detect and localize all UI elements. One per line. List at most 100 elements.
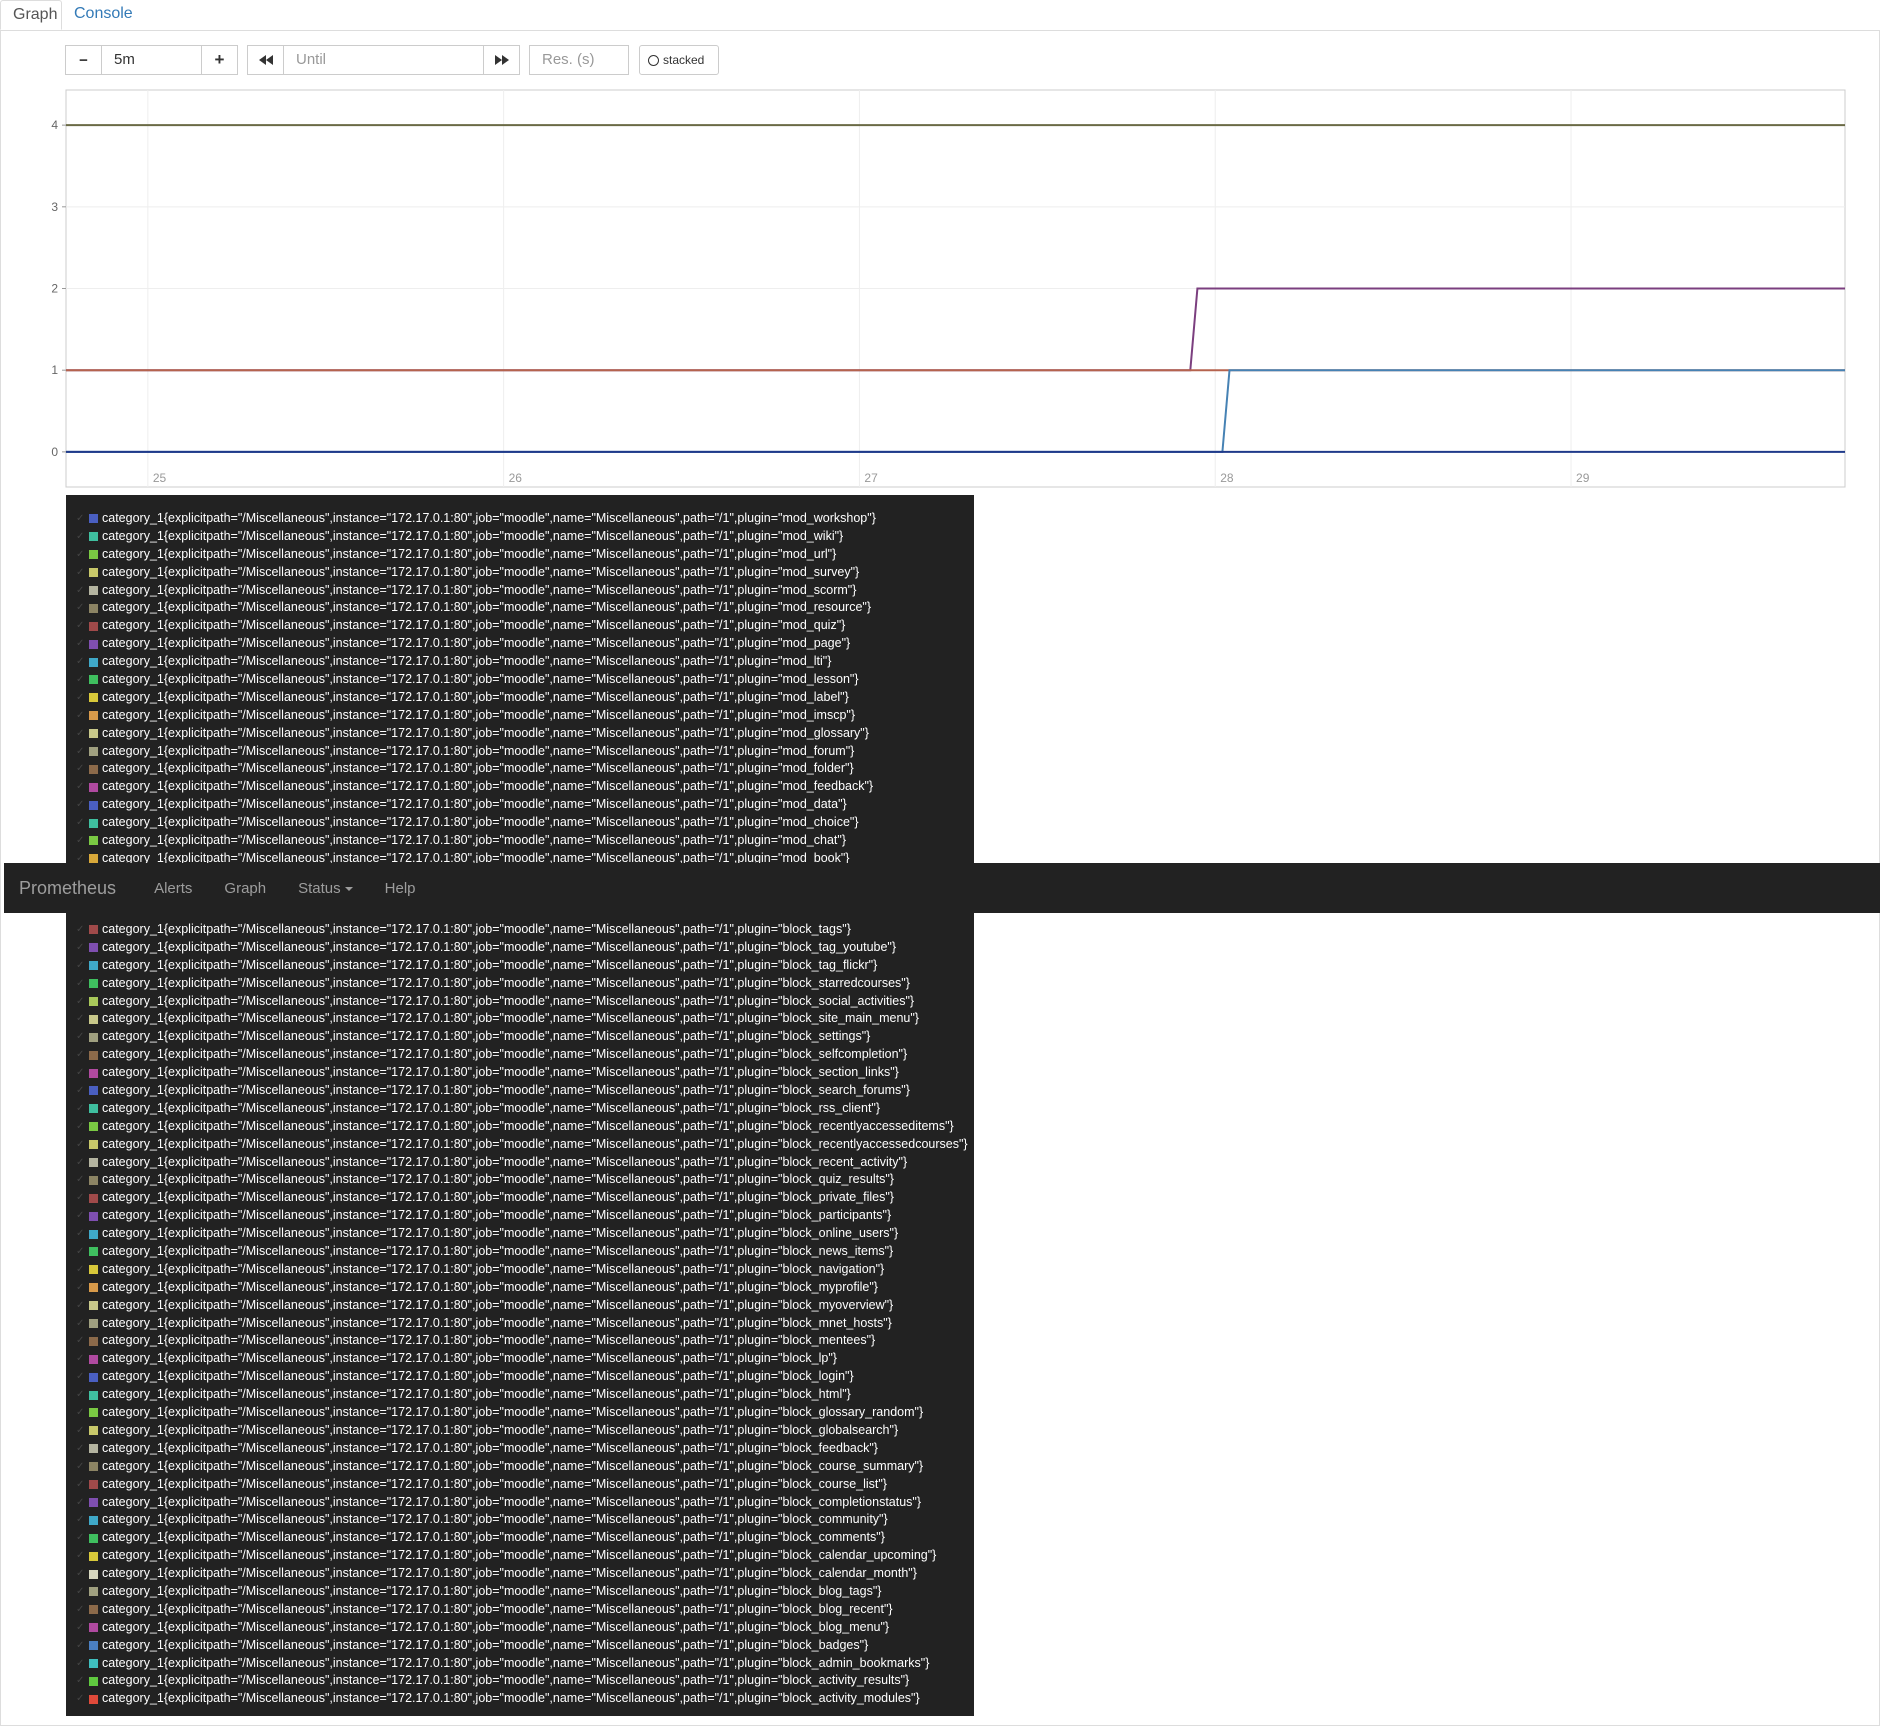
increase-range-button[interactable]: + [201, 45, 238, 75]
legend-label: category_1{explicitpath="/Miscellaneous"… [102, 1297, 894, 1312]
series-swatch [89, 854, 98, 864]
nav-status[interactable]: Status [298, 880, 353, 897]
check-icon: ✓ [76, 1621, 85, 1633]
range-input[interactable]: 5m [101, 45, 202, 75]
legend-item[interactable]: ✓ category_1{explicitpath="/Miscellaneous… [66, 1494, 974, 1512]
legend-item[interactable]: ✓ category_1{explicitpath="/Miscellaneous… [66, 1458, 974, 1476]
legend-item[interactable]: ✓ category_1{explicitpath="/Miscellaneous… [66, 743, 974, 761]
legend-item[interactable]: ✓ category_1{explicitpath="/Miscellaneous… [66, 1511, 974, 1529]
legend-item[interactable]: ✓ category_1{explicitpath="/Miscellaneous… [66, 689, 974, 707]
legend-item[interactable]: ✓ category_1{explicitpath="/Miscellaneous… [66, 939, 974, 957]
series-swatch [89, 1122, 98, 1132]
legend-item[interactable]: ✓ category_1{explicitpath="/Miscellaneous… [66, 1565, 974, 1583]
legend-item[interactable]: ✓ category_1{explicitpath="/Miscellaneous… [66, 564, 974, 582]
legend-item[interactable]: ✓ category_1{explicitpath="/Miscellaneous… [66, 1690, 974, 1708]
legend-item[interactable]: ✓ category_1{explicitpath="/Miscellaneous… [66, 975, 974, 993]
legend-item[interactable]: ✓ category_1{explicitpath="/Miscellaneous… [66, 778, 974, 796]
legend-item[interactable]: ✓ category_1{explicitpath="/Miscellaneous… [66, 1619, 974, 1637]
legend-item[interactable]: ✓ category_1{explicitpath="/Miscellaneous… [66, 1046, 974, 1064]
nav-graph[interactable]: Graph [224, 880, 266, 897]
legend-item[interactable]: ✓ category_1{explicitpath="/Miscellaneous… [66, 957, 974, 975]
legend-label: category_1{explicitpath="/Miscellaneous"… [102, 1691, 920, 1706]
legend-item[interactable]: ✓ category_1{explicitpath="/Miscellaneous… [66, 510, 974, 528]
legend-item[interactable]: ✓ category_1{explicitpath="/Miscellaneous… [66, 1082, 974, 1100]
legend-label: category_1{explicitpath="/Miscellaneous"… [102, 1190, 894, 1205]
legend-item[interactable]: ✓ category_1{explicitpath="/Miscellaneous… [66, 635, 974, 653]
brand-link[interactable]: Prometheus [19, 878, 116, 899]
legend-item[interactable]: ✓ category_1{explicitpath="/Miscellaneous… [66, 993, 974, 1011]
step-forward-button[interactable] [483, 45, 520, 75]
legend-item[interactable]: ✓ category_1{explicitpath="/Miscellaneous… [66, 1136, 974, 1154]
legend-item[interactable]: ✓ category_1{explicitpath="/Miscellaneous… [66, 599, 974, 617]
legend-item[interactable]: ✓ category_1{explicitpath="/Miscellaneous… [66, 1100, 974, 1118]
legend-item[interactable]: ✓ category_1{explicitpath="/Miscellaneous… [66, 1422, 974, 1440]
check-icon: ✓ [76, 1424, 85, 1436]
legend-item[interactable]: ✓ category_1{explicitpath="/Miscellaneous… [66, 1583, 974, 1601]
legend-item[interactable]: ✓ category_1{explicitpath="/Miscellaneous… [66, 546, 974, 564]
legend-item[interactable]: ✓ category_1{explicitpath="/Miscellaneous… [66, 760, 974, 778]
legend-label: category_1{explicitpath="/Miscellaneous"… [102, 1065, 899, 1080]
series-swatch [89, 1336, 98, 1346]
legend-item[interactable]: ✓ category_1{explicitpath="/Miscellaneous… [66, 1547, 974, 1565]
series-swatch [89, 747, 98, 757]
legend-item[interactable]: ✓ category_1{explicitpath="/Miscellaneous… [66, 1601, 974, 1619]
legend-item[interactable]: ✓ category_1{explicitpath="/Miscellaneous… [66, 1261, 974, 1279]
legend-item[interactable]: ✓ category_1{explicitpath="/Miscellaneous… [66, 832, 974, 850]
legend-item[interactable]: ✓ category_1{explicitpath="/Miscellaneous… [66, 1189, 974, 1207]
legend-item[interactable]: ✓ category_1{explicitpath="/Miscellaneous… [66, 1440, 974, 1458]
legend-item[interactable]: ✓ category_1{explicitpath="/Miscellaneous… [66, 1064, 974, 1082]
legend-item[interactable]: ✓ category_1{explicitpath="/Miscellaneous… [66, 1404, 974, 1422]
legend-item[interactable]: ✓ category_1{explicitpath="/Miscellaneous… [66, 921, 974, 939]
legend-item[interactable]: ✓ category_1{explicitpath="/Miscellaneous… [66, 1171, 974, 1189]
legend-item[interactable]: ✓ category_1{explicitpath="/Miscellaneous… [66, 528, 974, 546]
check-icon: ✓ [76, 1353, 85, 1365]
series-swatch [89, 1641, 98, 1651]
legend-item[interactable]: ✓ category_1{explicitpath="/Miscellaneous… [66, 1225, 974, 1243]
graph-chart[interactable]: 0 1 2 3 4 25 26 27 28 29 [40, 88, 1855, 493]
legend-item[interactable]: ✓ category_1{explicitpath="/Miscellaneous… [66, 1476, 974, 1494]
legend-item[interactable]: ✓ category_1{explicitpath="/Miscellaneous… [66, 1672, 974, 1690]
legend-item[interactable]: ✓ category_1{explicitpath="/Miscellaneous… [66, 796, 974, 814]
legend-item[interactable]: ✓ category_1{explicitpath="/Miscellaneous… [66, 1529, 974, 1547]
legend-label: category_1{explicitpath="/Miscellaneous"… [102, 672, 859, 687]
legend-item[interactable]: ✓ category_1{explicitpath="/Miscellaneous… [66, 671, 974, 689]
legend-label: category_1{explicitpath="/Miscellaneous"… [102, 1351, 837, 1366]
check-icon: ✓ [76, 1085, 85, 1097]
legend-item[interactable]: ✓ category_1{explicitpath="/Miscellaneous… [66, 1243, 974, 1261]
legend-item[interactable]: ✓ category_1{explicitpath="/Miscellaneous… [66, 1154, 974, 1172]
legend-item[interactable]: ✓ category_1{explicitpath="/Miscellaneous… [66, 582, 974, 600]
stacked-toggle[interactable]: stacked [639, 45, 719, 75]
check-icon: ✓ [76, 1603, 85, 1615]
legend-item[interactable]: ✓ category_1{explicitpath="/Miscellaneous… [66, 1028, 974, 1046]
legend-item[interactable]: ✓ category_1{explicitpath="/Miscellaneous… [66, 1655, 974, 1673]
nav-alerts[interactable]: Alerts [154, 880, 192, 897]
legend-item[interactable]: ✓ category_1{explicitpath="/Miscellaneous… [66, 814, 974, 832]
legend-item[interactable]: ✓ category_1{explicitpath="/Miscellaneous… [66, 1386, 974, 1404]
legend-label: category_1{explicitpath="/Miscellaneous"… [102, 779, 874, 794]
legend-item[interactable]: ✓ category_1{explicitpath="/Miscellaneous… [66, 1297, 974, 1315]
legend-item[interactable]: ✓ category_1{explicitpath="/Miscellaneous… [66, 653, 974, 671]
legend-item[interactable]: ✓ category_1{explicitpath="/Miscellaneous… [66, 725, 974, 743]
check-icon: ✓ [76, 1013, 85, 1025]
check-icon: ✓ [76, 1550, 85, 1562]
tab-console[interactable]: Console [62, 0, 145, 30]
legend-item[interactable]: ✓ category_1{explicitpath="/Miscellaneous… [66, 1350, 974, 1368]
series-swatch [89, 836, 98, 846]
legend-item[interactable]: ✓ category_1{explicitpath="/Miscellaneous… [66, 1279, 974, 1297]
resolution-input[interactable]: Res. (s) [529, 45, 629, 75]
legend-item[interactable]: ✓ category_1{explicitpath="/Miscellaneous… [66, 707, 974, 725]
until-input[interactable]: Until [283, 45, 484, 75]
tab-graph[interactable]: Graph [0, 0, 62, 30]
legend-item[interactable]: ✓ category_1{explicitpath="/Miscellaneous… [66, 1315, 974, 1333]
legend-item[interactable]: ✓ category_1{explicitpath="/Miscellaneous… [66, 1207, 974, 1225]
nav-help[interactable]: Help [385, 880, 416, 897]
legend-item[interactable]: ✓ category_1{explicitpath="/Miscellaneous… [66, 1332, 974, 1350]
legend-item[interactable]: ✓ category_1{explicitpath="/Miscellaneous… [66, 1637, 974, 1655]
step-back-button[interactable] [247, 45, 284, 75]
legend-item[interactable]: ✓ category_1{explicitpath="/Miscellaneous… [66, 1368, 974, 1386]
legend-item[interactable]: ✓ category_1{explicitpath="/Miscellaneous… [66, 1118, 974, 1136]
decrease-range-button[interactable]: − [65, 45, 102, 75]
check-icon: ✓ [76, 1317, 85, 1329]
legend-item[interactable]: ✓ category_1{explicitpath="/Miscellaneous… [66, 1010, 974, 1028]
legend-item[interactable]: ✓ category_1{explicitpath="/Miscellaneous… [66, 617, 974, 635]
